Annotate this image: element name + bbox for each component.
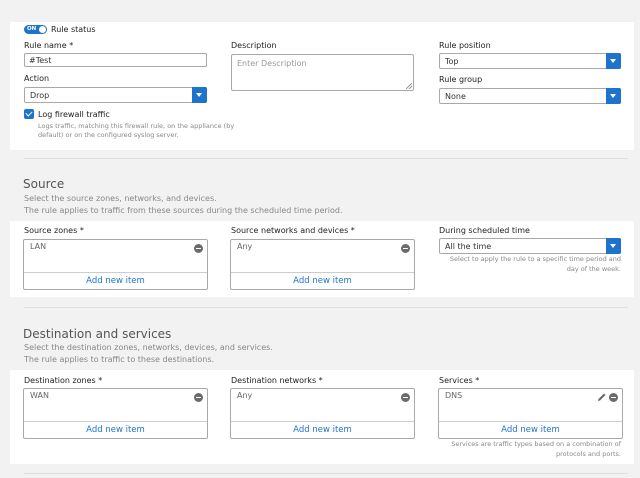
scheduled-time-label: During scheduled time xyxy=(439,226,530,235)
section-divider xyxy=(24,307,628,308)
list-item: LAN xyxy=(30,242,47,251)
log-traffic-help: Logs traffic, matching this firewall rul… xyxy=(38,122,235,130)
description-label: Description xyxy=(231,41,277,50)
add-new-item-button[interactable]: Add new item xyxy=(439,421,622,438)
destination-zones-list: WAN Add new item xyxy=(23,388,208,439)
list-item: Any xyxy=(237,391,253,400)
services-list: DNS Add new item xyxy=(438,388,623,439)
services-help: Services are traffic types based on a co… xyxy=(439,439,621,459)
rule-status-toggle[interactable]: ON xyxy=(24,25,47,34)
list-item: Any xyxy=(237,242,253,251)
destination-networks-label: Destination networks * xyxy=(231,376,323,385)
services-label: Services * xyxy=(439,376,480,385)
rule-name-input[interactable]: #Test xyxy=(24,53,207,67)
list-item: WAN xyxy=(30,391,49,400)
section-divider xyxy=(24,473,628,474)
log-traffic-label: Log firewall traffic xyxy=(38,110,110,119)
add-new-item-button[interactable]: Add new item xyxy=(24,421,207,438)
source-section-desc: The rule applies to traffic from these s… xyxy=(24,206,343,215)
edit-icon[interactable] xyxy=(597,392,607,402)
remove-icon[interactable] xyxy=(194,393,203,402)
rule-group-select[interactable]: None xyxy=(439,88,621,104)
help-line: day of the week. xyxy=(566,265,621,273)
toggle-knob xyxy=(39,26,46,33)
description-textarea[interactable]: Enter Description xyxy=(231,54,414,91)
source-zones-list: LAN Add new item xyxy=(23,239,208,290)
source-networks-list: Any Add new item xyxy=(230,239,415,290)
rule-group-value: None xyxy=(445,92,466,101)
add-new-item-button[interactable]: Add new item xyxy=(24,272,207,289)
chevron-down-icon[interactable] xyxy=(606,53,621,69)
rule-status-label: Rule status xyxy=(51,25,96,34)
section-divider xyxy=(24,158,628,159)
action-select[interactable]: Drop xyxy=(24,87,207,103)
rule-name-label: Rule name * xyxy=(24,41,74,50)
action-label: Action xyxy=(24,74,50,83)
source-section-desc: Select the source zones, networks, and d… xyxy=(24,194,217,203)
remove-icon[interactable] xyxy=(401,244,410,253)
add-new-item-button[interactable]: Add new item xyxy=(231,421,414,438)
destination-section-desc: Select the destination zones, networks, … xyxy=(24,343,273,352)
source-networks-label: Source networks and devices * xyxy=(231,226,355,235)
log-traffic-help: default) or on the configured syslog ser… xyxy=(38,131,179,139)
source-section-title: Source xyxy=(23,177,65,191)
toggle-state: ON xyxy=(27,26,37,32)
destination-section-title: Destination and services xyxy=(23,327,172,341)
destination-section-desc: The rule applies to traffic to these des… xyxy=(24,355,215,364)
remove-icon[interactable] xyxy=(194,244,203,253)
rule-position-select[interactable]: Top xyxy=(439,53,621,69)
chevron-down-icon[interactable] xyxy=(606,238,621,254)
rule-position-label: Rule position xyxy=(439,41,491,50)
action-value: Drop xyxy=(30,91,50,100)
description-placeholder: Enter Description xyxy=(237,59,307,68)
source-zones-label: Source zones * xyxy=(24,226,84,235)
rule-position-value: Top xyxy=(445,57,459,66)
remove-icon[interactable] xyxy=(401,393,410,402)
resize-grip-icon[interactable] xyxy=(406,83,412,89)
list-item: DNS xyxy=(445,391,463,400)
help-line: protocols and ports. xyxy=(555,450,621,458)
log-traffic-checkbox[interactable] xyxy=(24,109,34,119)
add-new-item-button[interactable]: Add new item xyxy=(231,272,414,289)
help-line: Select to apply the rule to a specific t… xyxy=(449,255,621,263)
scheduled-time-value: All the time xyxy=(445,242,492,251)
destination-networks-list: Any Add new item xyxy=(230,388,415,439)
rule-group-label: Rule group xyxy=(439,75,483,84)
chevron-down-icon[interactable] xyxy=(606,88,621,104)
help-line: Services are traffic types based on a co… xyxy=(451,440,621,448)
chevron-down-icon[interactable] xyxy=(192,87,207,103)
scheduled-time-select[interactable]: All the time xyxy=(439,238,621,254)
scheduled-time-help: Select to apply the rule to a specific t… xyxy=(439,254,621,274)
destination-zones-label: Destination zones * xyxy=(24,376,103,385)
remove-icon[interactable] xyxy=(609,393,618,402)
